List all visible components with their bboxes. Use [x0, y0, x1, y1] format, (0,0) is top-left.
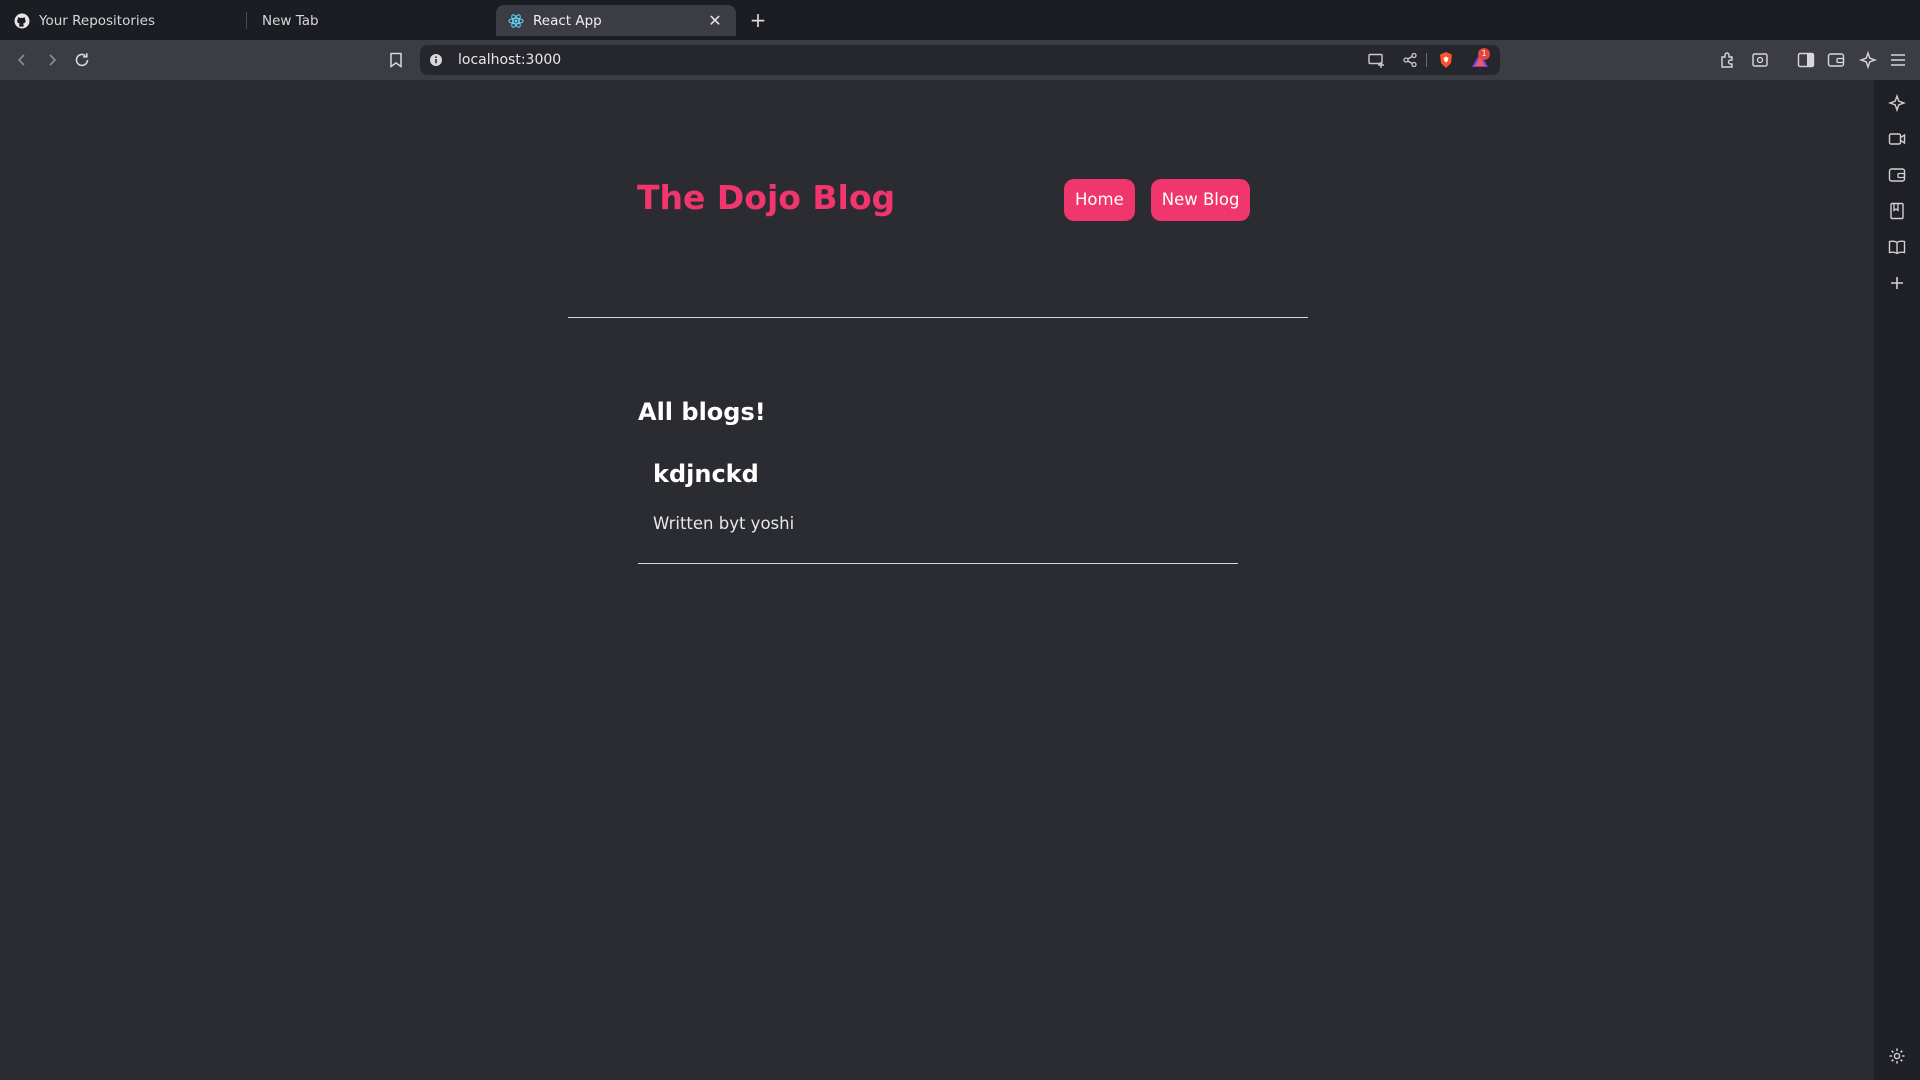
- site-brand: The Dojo Blog: [637, 178, 896, 217]
- site-navbar: The Dojo Blog Home New Blog: [568, 80, 1308, 318]
- bookmarks-icon[interactable]: [1887, 201, 1907, 221]
- blog-list: All blogs! kdjnckd Written byt yoshi: [638, 398, 1238, 564]
- add-icon[interactable]: [1887, 273, 1907, 293]
- wallet-search-icon[interactable]: [1750, 50, 1770, 70]
- address-text: localhost:3000: [458, 52, 562, 68]
- share-icon[interactable]: [1400, 50, 1420, 70]
- menu-icon[interactable]: [1888, 50, 1908, 70]
- brave-shields-icon[interactable]: [1436, 50, 1456, 70]
- back-icon[interactable]: [12, 50, 32, 70]
- tab-divider: [246, 12, 247, 29]
- reading-list-icon[interactable]: [1887, 237, 1907, 257]
- blog-list-heading: All blogs!: [638, 398, 766, 426]
- address-bar[interactable]: localhost:3000 1: [420, 45, 1500, 75]
- site-info-icon[interactable]: [426, 50, 446, 70]
- tab-label: React App: [533, 12, 602, 29]
- nav-links: Home New Blog: [1064, 179, 1251, 221]
- wallet-icon[interactable]: [1887, 165, 1907, 185]
- rewards-badge: 1: [1478, 48, 1490, 60]
- leo-ai-icon[interactable]: [1858, 50, 1878, 70]
- browser-side-panel: [1874, 80, 1920, 1080]
- tab-label: New Tab: [262, 12, 319, 29]
- github-icon: [14, 13, 30, 29]
- extensions-icon[interactable]: [1718, 50, 1738, 70]
- omnibox-divider: [1426, 53, 1427, 67]
- leo-ai-icon[interactable]: [1887, 93, 1907, 113]
- cast-icon[interactable]: [1366, 50, 1386, 70]
- tab-your-repositories[interactable]: Your Repositories: [2, 5, 242, 36]
- blog-author: Written byt yoshi: [653, 514, 795, 533]
- new-blog-link[interactable]: New Blog: [1150, 179, 1251, 221]
- blog-preview[interactable]: kdjnckd Written byt yoshi: [638, 460, 1238, 564]
- browser-toolbar: localhost:3000 1: [0, 40, 1920, 80]
- sidebar-toggle-icon[interactable]: [1796, 50, 1816, 70]
- blog-title[interactable]: kdjnckd: [653, 460, 759, 488]
- gear-icon[interactable]: [1887, 1046, 1907, 1066]
- wallet-icon[interactable]: [1826, 50, 1846, 70]
- tab-react-app[interactable]: React App ✕: [496, 5, 736, 36]
- close-icon[interactable]: ✕: [706, 11, 724, 30]
- video-icon[interactable]: [1887, 129, 1907, 149]
- reload-icon[interactable]: [72, 50, 92, 70]
- tab-label: Your Repositories: [39, 12, 155, 29]
- home-link[interactable]: Home: [1064, 179, 1135, 221]
- tab-strip: Your Repositories New Tab React App ✕ +: [0, 0, 1920, 40]
- tab-new-tab[interactable]: New Tab: [250, 5, 490, 36]
- react-icon: [508, 13, 524, 29]
- bookmark-icon[interactable]: [386, 50, 406, 70]
- new-tab-button[interactable]: +: [748, 8, 768, 32]
- page-viewport: The Dojo Blog Home New Blog All blogs! k…: [0, 80, 1874, 1080]
- forward-icon[interactable]: [42, 50, 62, 70]
